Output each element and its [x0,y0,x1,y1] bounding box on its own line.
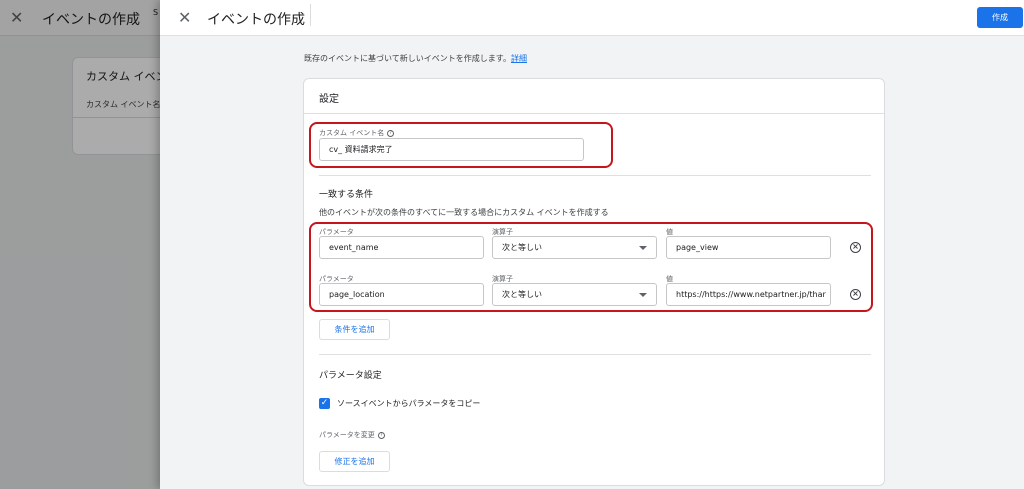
intro-description: 既存のイベントに基づいて新しいイベントを作成します。 [304,54,511,63]
condition-parameter-field[interactable]: event_name [319,236,484,259]
add-condition-button[interactable]: 条件を追加 [319,319,390,340]
remove-condition-icon[interactable]: × [850,289,861,300]
event-name-field[interactable]: cv_ 資料請求完了 [319,138,584,161]
panel-title: イベントの作成 [207,12,305,28]
modify-params-label-text: パラメータを変更 [319,431,375,439]
condition-parameter-field[interactable]: page_location [319,283,484,306]
modify-params-label: パラメータを変更? [319,430,385,440]
intro-text: 既存のイベントに基づいて新しいイベントを作成します。詳細 [304,53,527,64]
section-divider [319,354,871,355]
chevron-down-icon [639,293,647,297]
condition-value-field[interactable]: https://https://www.netpartner.jp/thar [666,283,831,306]
condition-operator-select[interactable]: 次と等しい [492,236,657,259]
param-settings-title: パラメータ設定 [319,371,382,381]
conditions-description: 他のイベントが次の条件のすべてに一致する場合にカスタム イベントを作成する [319,208,609,217]
help-icon[interactable]: ? [377,431,385,439]
add-modification-button[interactable]: 修正を追加 [319,451,390,472]
settings-title: 設定 [319,94,339,105]
condition-operator-value: 次と等しい [502,243,542,252]
close-icon[interactable]: ✕ [178,8,191,27]
create-event-panel: ✕ イベントの作成 作成 既存のイベントに基づいて新しいイベントを作成します。詳… [160,0,1024,489]
create-button[interactable]: 作成 [977,7,1023,28]
header-divider [310,4,311,26]
conditions-title: 一致する条件 [319,190,374,200]
learn-more-link[interactable]: 詳細 [511,54,527,63]
remove-condition-icon[interactable]: × [850,242,861,253]
chevron-down-icon [639,246,647,250]
condition-operator-value: 次と等しい [502,290,542,299]
event-name-label: カスタム イベント名? [319,128,395,138]
settings-divider [304,113,884,114]
section-divider [319,175,871,176]
condition-operator-select[interactable]: 次と等しい [492,283,657,306]
settings-card: 設定 カスタム イベント名? cv_ 資料請求完了 一致する条件 他のイベントが… [303,78,885,486]
copy-params-checkbox[interactable]: ✓ [319,398,330,409]
copy-params-label: ソースイベントからパラメータをコピー [337,399,481,408]
help-icon[interactable]: ? [387,129,395,137]
panel-header: ✕ イベントの作成 作成 [160,0,1024,36]
condition-value-field[interactable]: page_view [666,236,831,259]
event-name-label-text: カスタム イベント名 [319,129,385,137]
